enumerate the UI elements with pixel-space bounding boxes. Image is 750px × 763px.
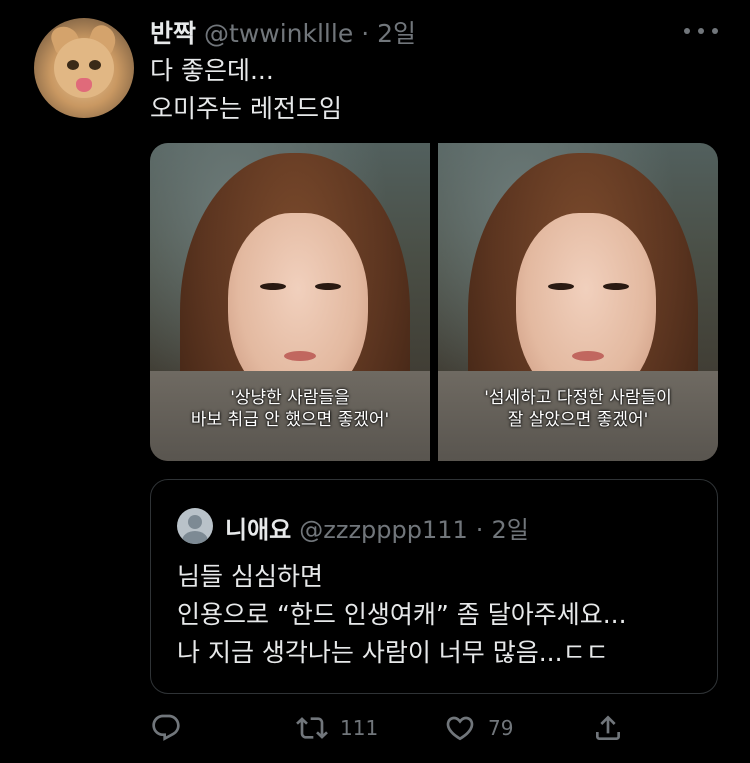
author-display-name[interactable]: 반짝 bbox=[150, 14, 196, 50]
tweet-text-line: 오미주는 레전드임 bbox=[150, 94, 342, 123]
photo-lips bbox=[284, 351, 316, 361]
share-icon bbox=[596, 715, 620, 740]
quoted-tweet-timestamp[interactable]: 2일 bbox=[491, 510, 528, 545]
photo-lips bbox=[572, 351, 604, 361]
photo-eye bbox=[548, 283, 574, 290]
quoted-author-handle[interactable]: @zzzpppp111 bbox=[299, 516, 468, 544]
quoted-text-line: 님들 심심하면 bbox=[177, 562, 323, 591]
reply-icon bbox=[152, 714, 180, 741]
tweet-timestamp[interactable]: 2일 bbox=[377, 14, 416, 50]
reply-button[interactable] bbox=[150, 706, 182, 750]
caption-line: '섬세하고 다정한 사람들이 bbox=[484, 388, 672, 408]
photo-eye bbox=[260, 283, 286, 290]
more-dot bbox=[684, 28, 690, 34]
quoted-text-line: 나 지금 생각나는 사람이 너무 많음...ㄷㄷ bbox=[177, 638, 609, 667]
quoted-tweet[interactable]: 니애요 @zzzpppp111 · 2일 님들 심심하면 인용으로 “한드 인생… bbox=[150, 479, 718, 694]
cat-eye-right bbox=[89, 60, 101, 70]
caption-line: '상냥한 사람들을 bbox=[230, 388, 350, 408]
caption-line: 바보 취급 안 했으면 좋겠어' bbox=[190, 410, 390, 430]
retweet-icon bbox=[296, 717, 328, 739]
tweet-text-line: 다 좋은데... bbox=[150, 56, 274, 85]
author-handle[interactable]: @twwinkllle bbox=[204, 19, 353, 48]
heart-icon bbox=[446, 716, 474, 741]
quoted-author-display-name[interactable]: 니애요 bbox=[225, 510, 291, 545]
quoted-text-line: 인용으로 “한드 인생여캐” 좀 달아주세요... bbox=[177, 600, 627, 629]
retweet-count: 111 bbox=[340, 716, 379, 740]
quoted-tweet-header: 니애요 @zzzpppp111 · 2일 bbox=[225, 510, 529, 545]
retweet-button[interactable]: 111 bbox=[296, 706, 378, 750]
image-caption: '상냥한 사람들을 바보 취급 안 했으면 좋겠어' bbox=[150, 387, 430, 431]
like-button[interactable]: 79 bbox=[444, 706, 513, 750]
cat-eye-left bbox=[67, 60, 79, 70]
photo-eye bbox=[315, 283, 341, 290]
media-image-2[interactable]: '섬세하고 다정한 사람들이 잘 살았으면 좋겠어' bbox=[438, 143, 718, 461]
photo-eye bbox=[603, 283, 629, 290]
more-options-icon[interactable] bbox=[684, 26, 718, 36]
share-button[interactable] bbox=[592, 706, 624, 750]
media-grid: '상냥한 사람들을 바보 취급 안 했으면 좋겠어' '섬세하고 다정한 사람들… bbox=[150, 143, 718, 461]
tweet[interactable]: 반짝 @twwinkllle · 2일 다 좋은데... 오미주는 레전드임 '… bbox=[0, 0, 750, 763]
meta-separator: · bbox=[361, 19, 370, 48]
more-dot bbox=[698, 28, 704, 34]
caption-line: 잘 살았으면 좋겠어' bbox=[507, 410, 649, 430]
more-dot bbox=[712, 28, 718, 34]
image-caption: '섬세하고 다정한 사람들이 잘 살았으면 좋겠어' bbox=[438, 387, 718, 431]
default-avatar-head bbox=[188, 515, 202, 529]
default-avatar-body bbox=[182, 531, 208, 544]
meta-separator: · bbox=[475, 516, 484, 544]
tweet-header: 반짝 @twwinkllle · 2일 bbox=[150, 14, 416, 50]
author-avatar[interactable] bbox=[34, 18, 134, 118]
tweet-actions: 111 79 bbox=[150, 706, 640, 750]
like-count: 79 bbox=[488, 716, 514, 740]
media-image-1[interactable]: '상냥한 사람들을 바보 취급 안 했으면 좋겠어' bbox=[150, 143, 430, 461]
cat-tongue bbox=[76, 78, 92, 92]
quoted-author-avatar[interactable] bbox=[177, 508, 213, 544]
quoted-tweet-text: 님들 심심하면 인용으로 “한드 인생여캐” 좀 달아주세요... 나 지금 생… bbox=[177, 558, 627, 672]
tweet-text: 다 좋은데... 오미주는 레전드임 bbox=[150, 52, 342, 128]
